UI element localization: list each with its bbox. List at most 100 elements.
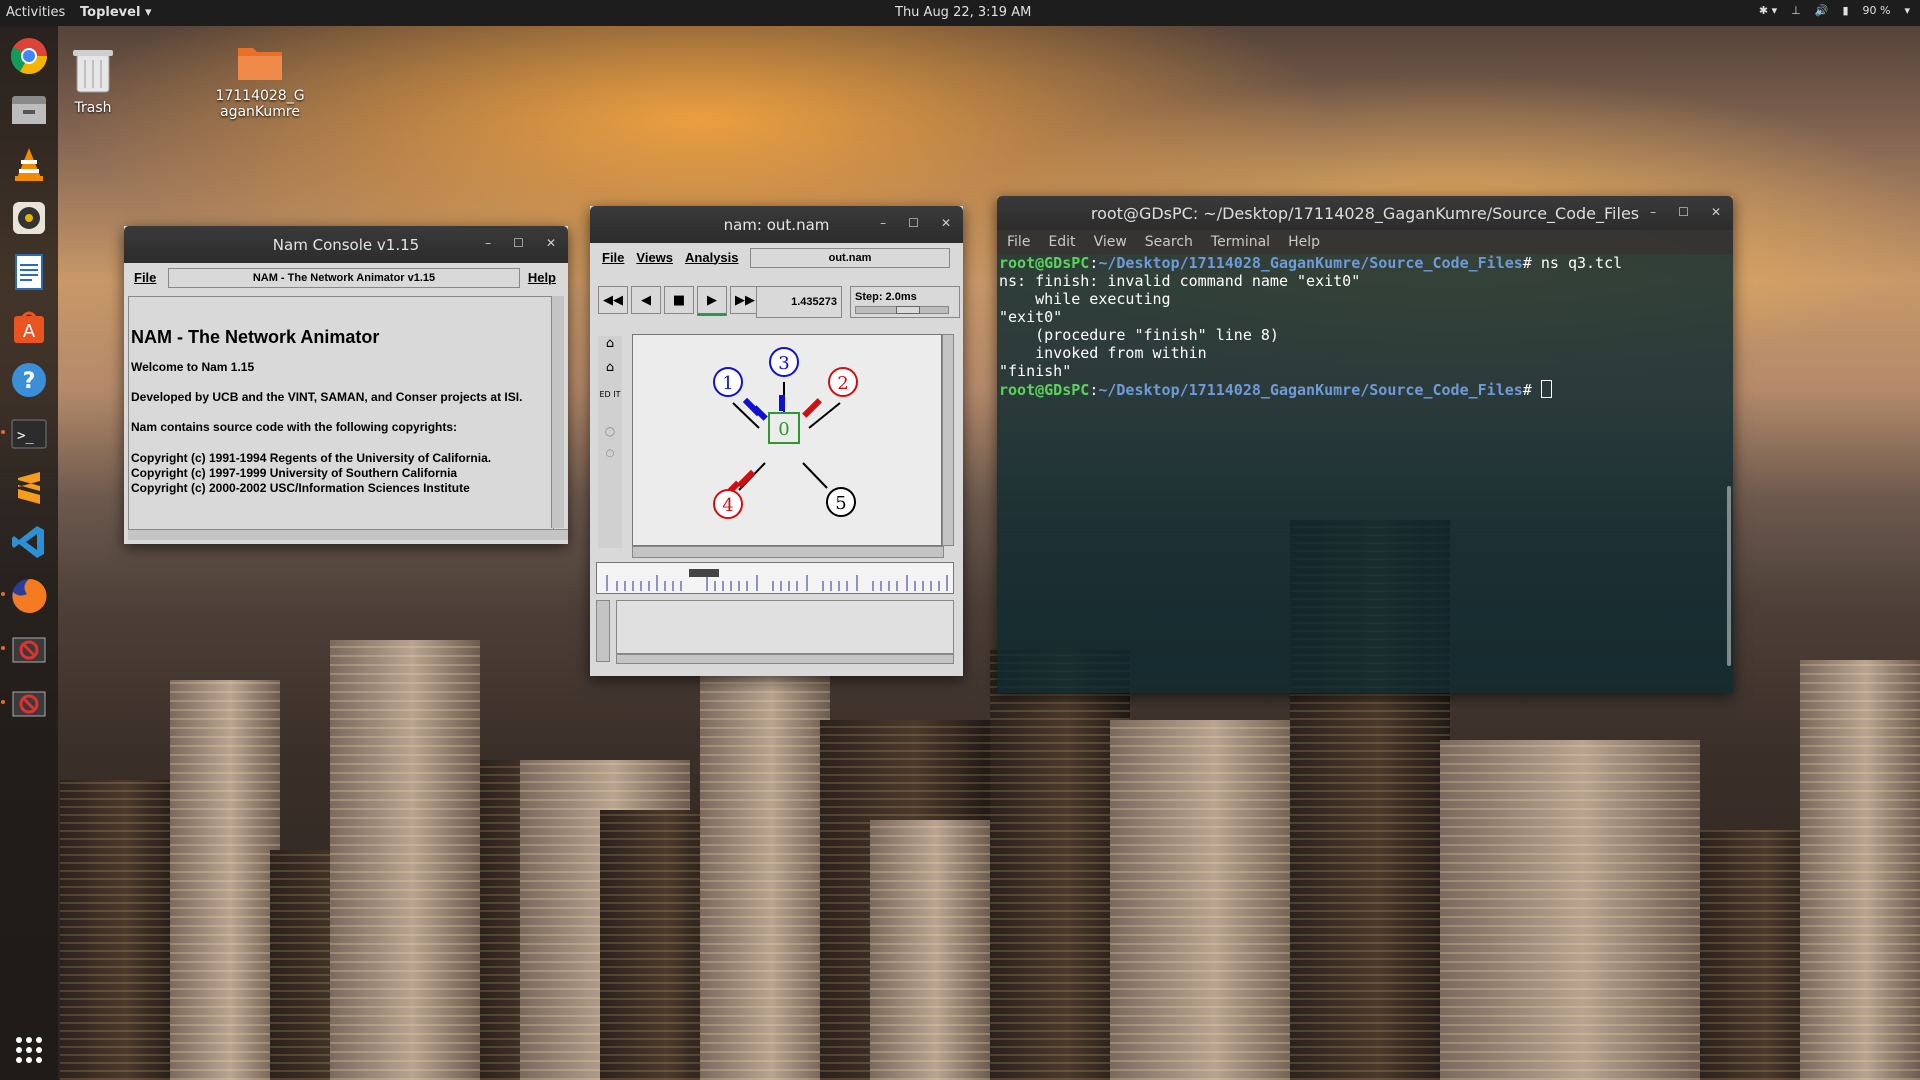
volume-icon: 🔊 bbox=[1814, 4, 1829, 17]
timeline-thumb[interactable] bbox=[689, 569, 719, 577]
top-bar: Activities Toplevel ▾ Thu Aug 22, 3:19 A… bbox=[0, 0, 1920, 26]
trash-label: Trash bbox=[74, 100, 112, 116]
software-icon[interactable]: A bbox=[7, 304, 51, 348]
chrome-icon[interactable] bbox=[7, 34, 51, 78]
timeline-slider[interactable] bbox=[596, 562, 954, 594]
system-tray[interactable]: ✱ ▾ ⊥ 🔊 ▮ 90 % ▾ bbox=[1759, 4, 1910, 17]
step-slider[interactable] bbox=[855, 305, 949, 314]
playback-controls: ◀◀ ◀ ■ ▶ ▶▶ bbox=[598, 286, 760, 316]
trash-desktop-icon[interactable]: Trash bbox=[48, 44, 138, 116]
menu-edit[interactable]: Edit bbox=[1048, 234, 1075, 250]
nam-console-titlebar[interactable]: Nam Console v1.15 – ☐ ✕ bbox=[124, 226, 568, 263]
rhythmbox-icon[interactable] bbox=[7, 196, 51, 240]
app-menu-button[interactable]: Toplevel ▾ bbox=[80, 5, 151, 20]
node-label: 1 bbox=[722, 373, 733, 394]
app-grid-icon[interactable] bbox=[7, 1028, 51, 1072]
menu-search[interactable]: Search bbox=[1145, 234, 1193, 250]
battery-icon: ▮ bbox=[1842, 4, 1849, 17]
terminal-line: while executing bbox=[999, 290, 1171, 308]
help-icon[interactable]: ? bbox=[7, 358, 51, 402]
dock: A ? >_ bbox=[0, 26, 58, 1080]
menu-views[interactable]: Views bbox=[630, 250, 679, 265]
panel-horizontal-scrollbar[interactable] bbox=[616, 654, 954, 664]
nam-animator-titlebar[interactable]: nam: out.nam – ☐ ✕ bbox=[590, 206, 963, 243]
menu-file[interactable]: File bbox=[128, 270, 162, 285]
packet bbox=[802, 398, 822, 418]
menu-terminal[interactable]: Terminal bbox=[1211, 234, 1270, 250]
blocked-app-icon[interactable] bbox=[1, 628, 51, 672]
terminal-window: root@GDsPC: ~/Desktop/17114028_GaganKumr… bbox=[997, 196, 1733, 693]
minimize-icon[interactable]: – bbox=[1650, 205, 1656, 219]
folder-label: 17114028_GaganKumre bbox=[215, 88, 305, 120]
close-icon[interactable]: ✕ bbox=[941, 216, 951, 230]
minimize-icon[interactable]: – bbox=[880, 216, 886, 230]
battery-percent: 90 % bbox=[1862, 4, 1891, 17]
timeline-ticks bbox=[606, 569, 948, 591]
vscode-icon[interactable] bbox=[7, 520, 51, 564]
terminal-icon[interactable]: >_ bbox=[1, 412, 51, 456]
close-icon[interactable]: ✕ bbox=[1711, 205, 1721, 219]
menu-analysis[interactable]: Analysis bbox=[679, 250, 744, 265]
menu-help[interactable]: Help bbox=[1288, 234, 1320, 250]
node-label: 5 bbox=[835, 493, 846, 514]
window-title: root@GDsPC: ~/Desktop/17114028_GaganKumr… bbox=[1090, 203, 1640, 223]
step-back-button[interactable]: ◀ bbox=[631, 286, 661, 314]
maximize-icon[interactable]: ☐ bbox=[513, 236, 524, 250]
canvas-vertical-scrollbar[interactable] bbox=[942, 334, 954, 546]
minimize-icon[interactable]: – bbox=[485, 236, 491, 250]
terminal-titlebar[interactable]: root@GDsPC: ~/Desktop/17114028_GaganKumr… bbox=[997, 196, 1733, 230]
terminal-line: root@GDsPC:~/Desktop/17114028_GaganKumre… bbox=[999, 254, 1623, 272]
console-vertical-scrollbar[interactable] bbox=[551, 296, 564, 528]
app-menu-label: Toplevel bbox=[80, 5, 141, 20]
maximize-icon[interactable]: ☐ bbox=[1678, 205, 1689, 219]
console-horizontal-scrollbar[interactable] bbox=[128, 529, 568, 540]
stop-button[interactable]: ■ bbox=[664, 286, 694, 314]
monitor-panel[interactable] bbox=[616, 600, 954, 654]
terminal-line: ns: finish: invalid command name "exit0" bbox=[999, 272, 1361, 290]
accessibility-icon[interactable]: ✱ ▾ bbox=[1759, 4, 1777, 17]
maximize-icon[interactable]: ☐ bbox=[908, 216, 919, 230]
svg-text:>_: >_ bbox=[17, 428, 34, 444]
step-control[interactable]: Step: 2.0ms bbox=[850, 286, 960, 318]
firefox-icon[interactable] bbox=[1, 574, 51, 618]
terminal-line: (procedure "finish" line 8) bbox=[999, 326, 1279, 344]
menu-file[interactable]: File bbox=[1007, 234, 1030, 250]
terminal-line: "finish" bbox=[999, 362, 1072, 380]
vlc-icon[interactable] bbox=[7, 142, 51, 186]
menu-help[interactable]: Help bbox=[522, 270, 562, 285]
edit-button[interactable]: ED IT bbox=[598, 384, 622, 424]
circle-tool-icon[interactable]: ○ bbox=[598, 448, 622, 472]
animation-canvas[interactable]: 0 1 2 3 4 5 bbox=[632, 334, 942, 546]
console-line: Copyright (c) 2000-2002 USC/Information … bbox=[131, 481, 470, 495]
close-icon[interactable]: ✕ bbox=[546, 236, 556, 250]
canvas-horizontal-scrollbar[interactable] bbox=[632, 546, 944, 558]
sublime-icon[interactable] bbox=[7, 466, 51, 510]
console-line: Copyright (c) 1991-1994 Regents of the U… bbox=[131, 451, 492, 465]
blocked-app-icon[interactable] bbox=[1, 682, 51, 726]
terminal-output[interactable]: root@GDsPC:~/Desktop/17114028_GaganKumre… bbox=[997, 254, 1733, 693]
panel-vertical-scrollbar[interactable] bbox=[596, 600, 610, 662]
trash-icon bbox=[73, 50, 113, 93]
terminal-scrollbar[interactable] bbox=[1727, 486, 1731, 666]
folder-desktop-icon[interactable]: 17114028_GaganKumre bbox=[215, 40, 305, 120]
files-icon[interactable] bbox=[7, 88, 51, 132]
zoom-in-icon[interactable]: ⌂ bbox=[598, 336, 622, 360]
terminal-menubar: File Edit View Search Terminal Help bbox=[997, 230, 1733, 254]
console-line: Welcome to Nam 1.15 bbox=[131, 360, 255, 374]
menu-file[interactable]: File bbox=[596, 250, 630, 265]
circle-tool-icon[interactable]: ○ bbox=[598, 424, 622, 448]
rewind-button[interactable]: ◀◀ bbox=[598, 286, 628, 314]
svg-text:A: A bbox=[23, 321, 36, 342]
console-heading: NAM - The Network Animator bbox=[131, 327, 380, 347]
node-label: 0 bbox=[778, 419, 789, 440]
play-button[interactable]: ▶ bbox=[697, 286, 727, 316]
console-line: Developed by UCB and the VINT, SAMAN, an… bbox=[131, 390, 523, 404]
clock[interactable]: Thu Aug 22, 3:19 AM bbox=[895, 5, 1031, 20]
writer-icon[interactable] bbox=[7, 250, 51, 294]
prompt-user: root@GDsPC bbox=[999, 381, 1090, 399]
menu-view[interactable]: View bbox=[1094, 234, 1127, 250]
console-text-area[interactable]: NAM - The Network Animator Welcome to Na… bbox=[128, 296, 554, 530]
activities-button[interactable]: Activities bbox=[6, 5, 65, 20]
node-label: 2 bbox=[837, 373, 848, 394]
zoom-out-icon[interactable]: ⌂ bbox=[598, 360, 622, 384]
